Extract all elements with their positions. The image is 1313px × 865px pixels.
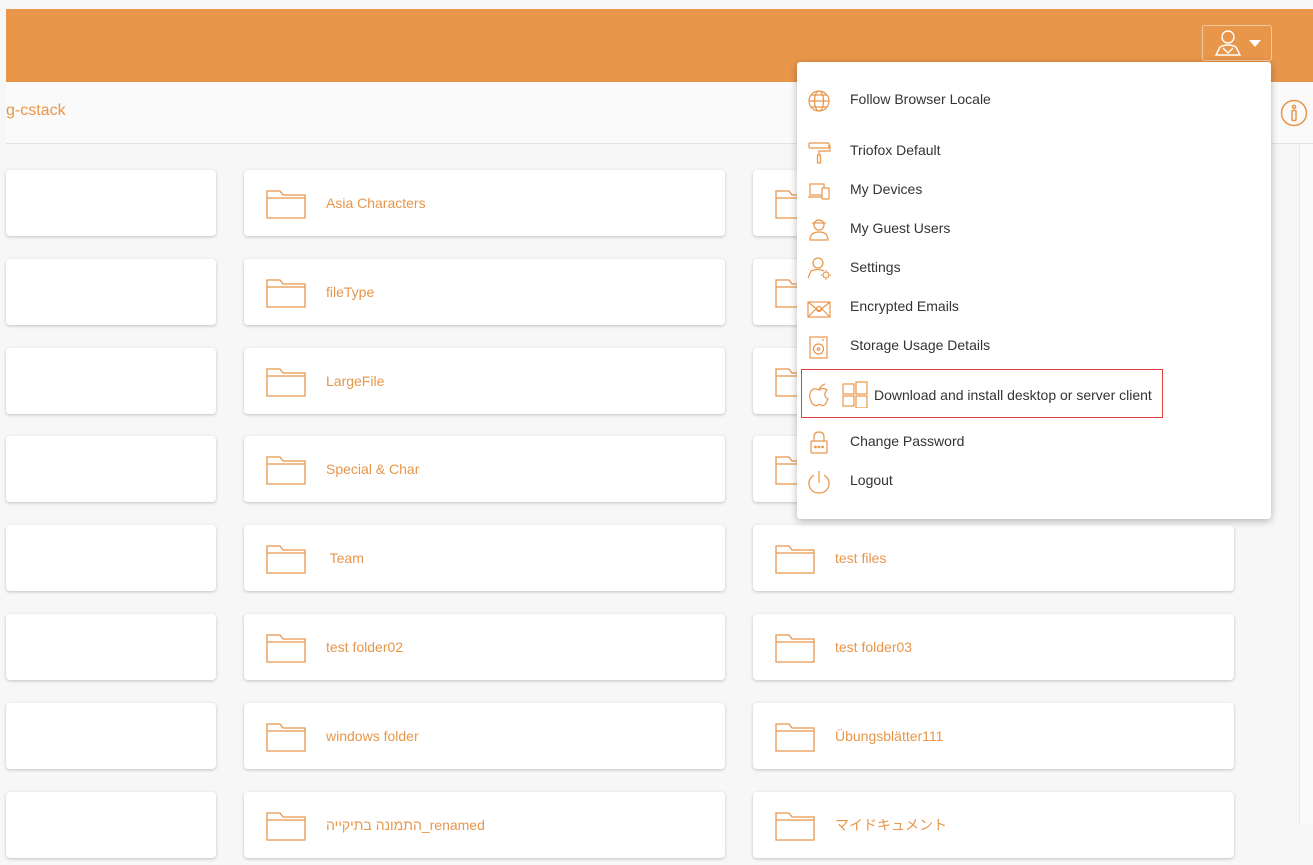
menu-item-triofox-default[interactable]: Triofox Default (797, 133, 1271, 169)
folder-card[interactable] (6, 792, 216, 858)
menu-item-label: Logout (850, 472, 893, 488)
power-icon (807, 466, 830, 494)
encrypted-email-icon (807, 292, 831, 320)
folder-card[interactable]: Übungsblätter111 (753, 703, 1234, 769)
folder-icon (266, 455, 306, 485)
menu-item-change-password[interactable]: Change Password (797, 424, 1271, 460)
user-menu-button[interactable] (1202, 25, 1272, 61)
globe-icon (807, 85, 830, 113)
folder-name: Team (326, 550, 364, 566)
caret-down-icon (1249, 39, 1261, 47)
menu-item-my-devices[interactable]: My Devices (797, 172, 1271, 208)
user-dropdown-menu: Follow Browser Locale Triofox Default My… (797, 62, 1271, 519)
menu-item-label: Settings (850, 259, 901, 275)
menu-item-download-client[interactable]: Download and install desktop or server c… (801, 369, 1163, 418)
devices-icon (807, 175, 830, 203)
menu-item-encrypted-emails[interactable]: Encrypted Emails (797, 289, 1271, 325)
folder-icon (266, 811, 306, 841)
folder-card[interactable] (6, 703, 216, 769)
folder-card[interactable]: התמונה בתיקייה_renamed (244, 792, 725, 858)
folder-name: test files (835, 550, 887, 566)
folder-name: התמונה בתיקייה_renamed (326, 817, 485, 833)
folder-card[interactable]: Special & Char (244, 436, 725, 502)
folder-card[interactable] (6, 614, 216, 680)
user-icon (1213, 28, 1243, 58)
menu-item-label: Triofox Default (850, 142, 941, 158)
folder-card[interactable]: windows folder (244, 703, 725, 769)
folder-name: fileType (326, 284, 375, 300)
menu-item-label: Download and install desktop or server c… (874, 387, 1152, 403)
folder-icon (266, 367, 306, 397)
info-icon[interactable] (1280, 99, 1308, 127)
folder-card[interactable]: Team (244, 525, 725, 591)
apple-icon (808, 380, 830, 408)
folder-card[interactable]: test files (753, 525, 1234, 591)
folder-icon (775, 544, 815, 574)
folder-card[interactable]: Asia Characters (244, 170, 725, 236)
folder-name: test folder03 (835, 639, 913, 655)
menu-item-label: Storage Usage Details (850, 337, 991, 353)
folder-card[interactable] (6, 170, 216, 236)
folder-card[interactable] (6, 259, 216, 325)
menu-item-storage-usage-details[interactable]: Storage Usage Details (797, 328, 1271, 364)
folder-card[interactable]: LargeFile (244, 348, 725, 414)
menu-item-settings[interactable]: Settings (797, 250, 1271, 286)
folder-icon (266, 189, 306, 219)
paint-roller-icon (807, 136, 831, 164)
menu-item-label: Encrypted Emails (850, 298, 959, 314)
folder-icon (775, 633, 815, 663)
folder-icon (775, 811, 815, 841)
folder-card[interactable]: fileType (244, 259, 725, 325)
folder-card[interactable] (6, 436, 216, 502)
folder-name: Übungsblätter111 (835, 728, 944, 744)
folder-name: test folder02 (326, 639, 404, 655)
folder-name: マイドキュメント (835, 817, 947, 833)
folder-card[interactable]: マイドキュメント (753, 792, 1234, 858)
menu-item-label: My Devices (850, 181, 923, 197)
menu-item-label: Follow Browser Locale (850, 91, 991, 107)
storage-disk-icon (807, 331, 829, 359)
folder-name: Asia Characters (326, 195, 426, 211)
breadcrumb[interactable]: g-cstack (6, 102, 66, 120)
folder-card[interactable] (6, 525, 216, 591)
folder-name: Special & Char (326, 461, 420, 477)
folder-icon (266, 278, 306, 308)
windows-icon (841, 380, 869, 408)
folder-icon (266, 544, 306, 574)
folder-card[interactable]: test folder02 (244, 614, 725, 680)
scrollbar[interactable] (1299, 144, 1313, 824)
folder-icon (266, 722, 306, 752)
folder-card[interactable] (6, 348, 216, 414)
menu-item-label: My Guest Users (850, 220, 951, 236)
folder-icon (266, 633, 306, 663)
guest-user-icon (807, 214, 829, 242)
folder-card[interactable]: test folder03 (753, 614, 1234, 680)
folder-name: windows folder (326, 728, 419, 744)
user-settings-icon (807, 253, 831, 281)
folder-icon (775, 722, 815, 752)
menu-item-follow-browser-locale[interactable]: Follow Browser Locale (797, 82, 1271, 118)
menu-item-my-guest-users[interactable]: My Guest Users (797, 211, 1271, 247)
menu-item-label: Change Password (850, 433, 965, 449)
folder-name: LargeFile (326, 373, 385, 389)
lock-icon (807, 427, 829, 455)
menu-item-logout[interactable]: Logout (797, 463, 1271, 499)
